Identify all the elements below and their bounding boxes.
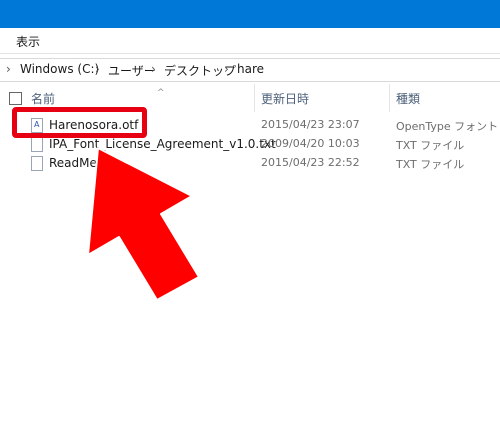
red-arrow-icon (87, 147, 200, 301)
